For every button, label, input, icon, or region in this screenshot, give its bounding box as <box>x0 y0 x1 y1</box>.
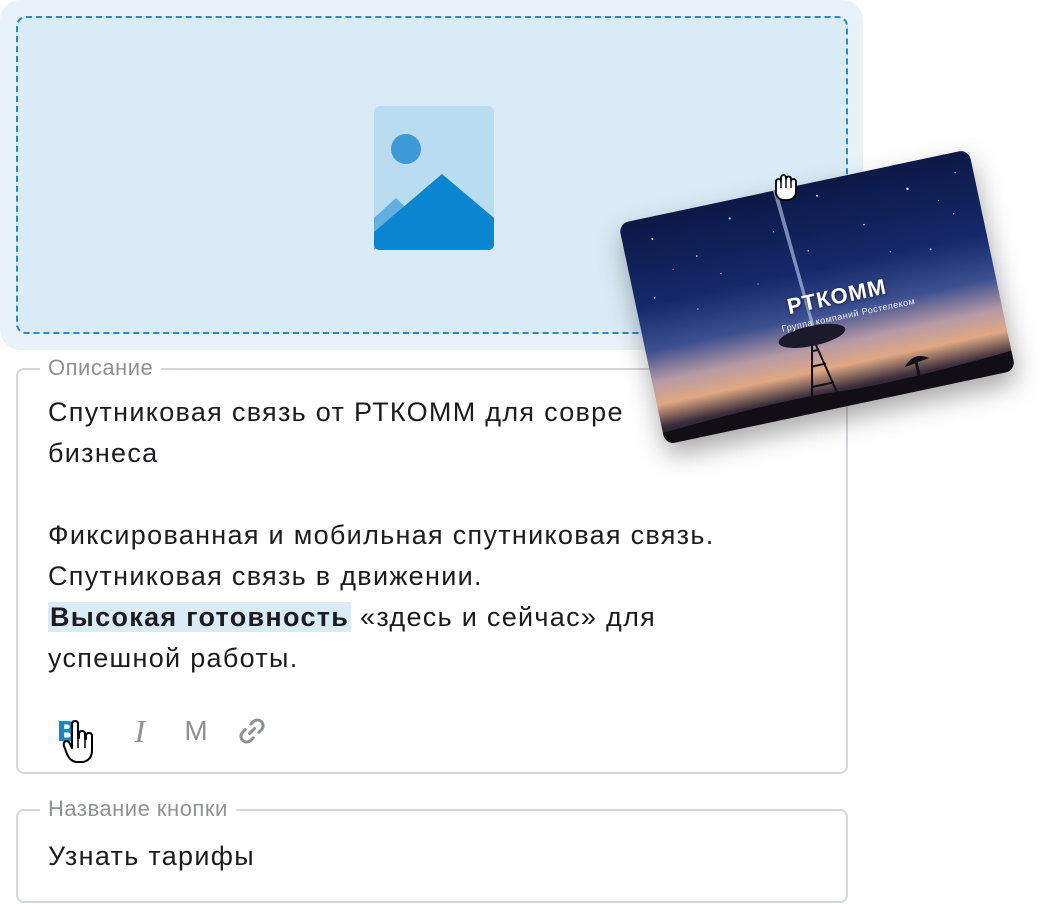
button-name-field[interactable]: Название кнопки Узнать тарифы <box>16 796 848 903</box>
monospace-button[interactable]: M <box>168 710 224 752</box>
grab-hand-cursor-icon <box>775 174 797 201</box>
button-name-label: Название кнопки <box>40 796 236 822</box>
image-placeholder-icon <box>374 106 494 250</box>
description-line: Спутниковая связь в движении. <box>48 561 483 591</box>
description-text-rest: «здесь и сейчас» для <box>351 602 657 632</box>
link-button[interactable] <box>224 710 280 752</box>
button-name-input[interactable]: Узнать тарифы <box>48 841 255 872</box>
description-line: Фиксированная и мобильная спутниковая св… <box>48 520 715 550</box>
selected-bold-text[interactable]: Высокая готовность <box>48 602 352 632</box>
description-line: бизнеса <box>48 438 159 468</box>
description-label: Описание <box>40 355 162 381</box>
description-line: Высокая готовность «здесь и сейчас» для <box>48 597 808 638</box>
pointer-hand-cursor-icon <box>62 720 93 763</box>
description-line: успешной работы. <box>48 643 299 673</box>
link-icon <box>239 718 265 744</box>
italic-button[interactable]: I <box>112 710 168 752</box>
